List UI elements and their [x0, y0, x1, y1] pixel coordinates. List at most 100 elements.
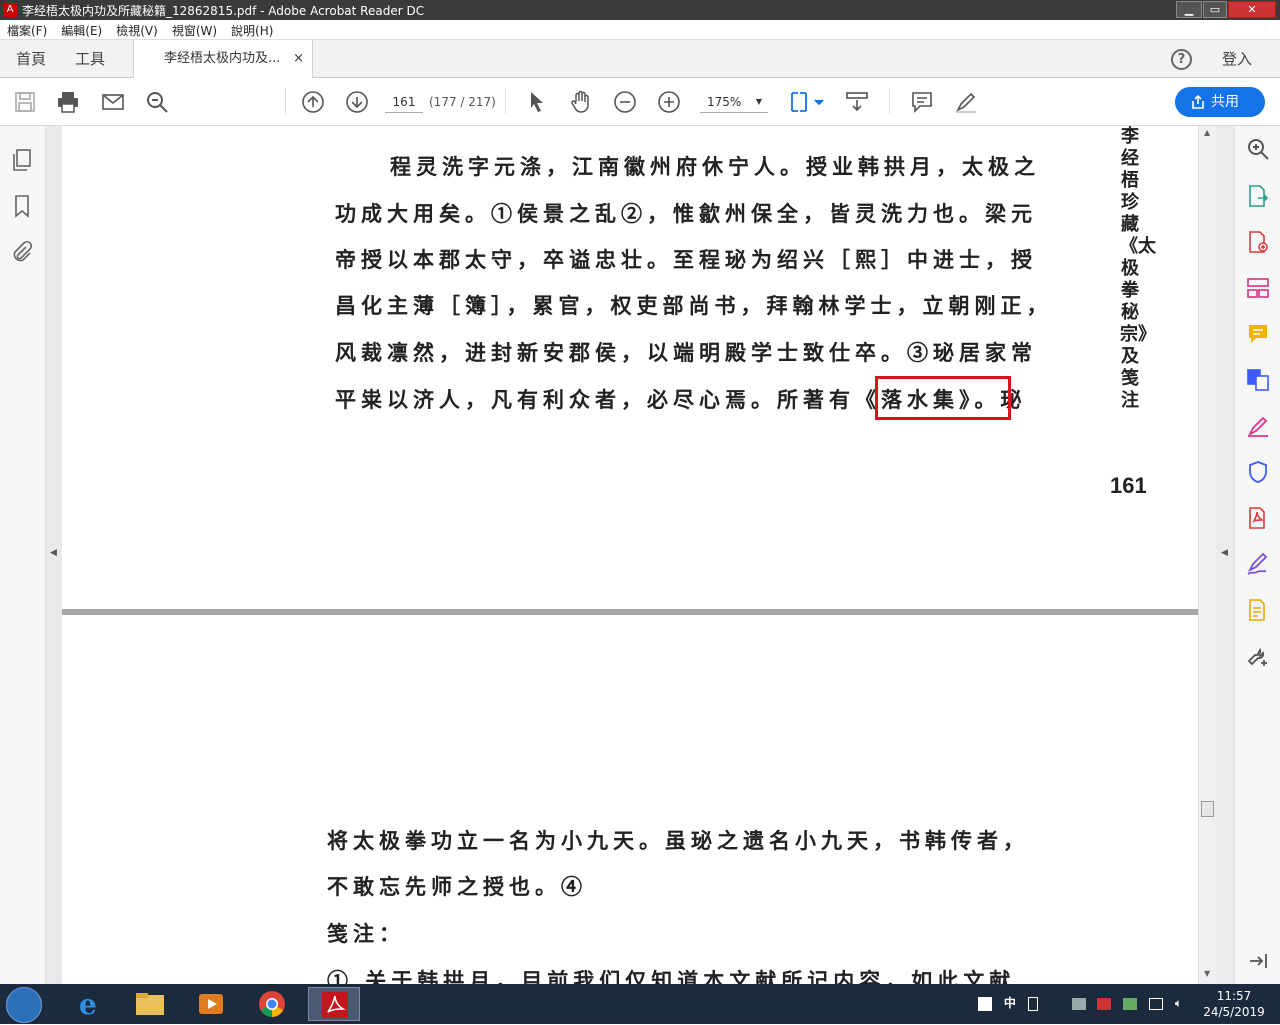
collapse-right-icon: ◀	[1221, 548, 1228, 558]
tray-app-icon[interactable]	[1071, 997, 1086, 1010]
create-pdf-icon[interactable]	[1246, 230, 1270, 254]
windows-start-icon[interactable]	[6, 987, 42, 1023]
previous-page-icon[interactable]	[301, 90, 325, 114]
left-pane-toggle[interactable]: ◀	[46, 126, 62, 986]
tab-home[interactable]: 首頁	[16, 40, 46, 78]
more-tools-icon[interactable]	[1246, 644, 1270, 668]
help-icon[interactable]: ?	[1171, 49, 1192, 70]
scroll-down-icon[interactable]: ▼	[1204, 969, 1210, 978]
pdf-page-162: 将太极拳功立一名为小九天。虽珌之遗名小九天，书韩传者， 不敢忘先师之授也。④ 笺…	[62, 615, 1198, 986]
file-explorer-icon[interactable]	[124, 987, 176, 1021]
hand-tool-icon[interactable]	[569, 90, 593, 114]
media-player-icon[interactable]	[185, 987, 237, 1021]
ime-mode-icon[interactable]	[1027, 996, 1038, 1011]
share-label: 共用	[1211, 94, 1239, 110]
text-line: 风裁凛然，进封新安郡侯，以端明殿学士致仕卒。③珌居家常	[335, 340, 1037, 365]
search-tools-icon[interactable]	[1246, 137, 1270, 161]
comment-icon[interactable]	[910, 90, 934, 114]
zoom-in-icon[interactable]	[657, 90, 681, 114]
vertical-scrollbar[interactable]: ▲ ▼	[1198, 126, 1216, 986]
page-number-label: 161	[1110, 473, 1147, 498]
scroll-up-icon[interactable]: ▲	[1204, 128, 1210, 137]
tab-tools[interactable]: 工具	[75, 40, 105, 78]
security-icon[interactable]	[1123, 997, 1138, 1010]
menu-view[interactable]: 檢視(V)	[109, 20, 165, 39]
expand-panel-icon[interactable]	[1246, 949, 1270, 973]
toolbar-divider	[889, 88, 890, 114]
menu-edit[interactable]: 編輯(E)	[54, 20, 109, 39]
vertical-book-title: 李经梧珍藏《太极拳秘宗》及笺注	[1120, 126, 1156, 411]
text-line: 帝授以本郡太守，卒谥忠壮。至程珌为绍兴［熙］中进士，授	[335, 247, 1037, 272]
export-pdf-icon[interactable]	[1246, 184, 1270, 208]
windows-taskbar: e 中 🔈︎ 11:57 24/5/2019	[0, 984, 1280, 1024]
text-line: 功成大用矣。①侯景之乱②，惟歙州保全，皆灵洗力也。梁元	[335, 201, 1037, 226]
save-icon[interactable]	[13, 90, 37, 114]
window-titlebar: A 李经梧太极内功及所藏秘籍_12862815.pdf - Adobe Acro…	[0, 0, 1280, 20]
keyboard-icon[interactable]	[978, 996, 992, 1011]
menu-file[interactable]: 檔案(F)	[0, 20, 54, 39]
text-line: 笺注：	[327, 921, 405, 946]
close-window-button[interactable]: ✕	[1228, 1, 1276, 18]
svg-text:e: e	[79, 988, 97, 1021]
text-line: 不敢忘先师之授也。④	[327, 874, 587, 899]
chrome-icon[interactable]	[246, 987, 298, 1021]
share-icon	[1192, 94, 1204, 109]
right-tools-pane	[1234, 126, 1280, 986]
combine-files-icon[interactable]	[1246, 368, 1270, 392]
highlight-pen-icon[interactable]	[954, 90, 978, 114]
search-icon[interactable]	[145, 90, 169, 114]
scroll-mode-icon[interactable]	[845, 90, 869, 114]
email-icon[interactable]	[101, 90, 125, 114]
acrobat-icon: A	[3, 3, 17, 17]
zoom-out-icon[interactable]	[613, 90, 637, 114]
tab-document[interactable]: 李经梧太极内功及... ×	[133, 40, 313, 79]
protect-icon[interactable]	[1246, 460, 1270, 484]
pdf-page-161: 程灵洗字元涤，江南徽州府休宁人。授业韩拱月，太极之 功成大用矣。①侯景之乱②，惟…	[62, 126, 1198, 609]
minimize-button[interactable]: ▁	[1176, 1, 1202, 18]
clock[interactable]: 11:57 24/5/2019	[1196, 988, 1272, 1020]
bookmark-icon[interactable]	[10, 194, 34, 218]
attachment-icon[interactable]	[10, 240, 34, 264]
network-icon[interactable]	[1148, 997, 1163, 1010]
pdf-file-icon[interactable]	[1246, 506, 1270, 530]
select-cursor-icon[interactable]	[525, 90, 549, 114]
window-title: 李经梧太极内功及所藏秘籍_12862815.pdf - Adobe Acroba…	[22, 4, 425, 18]
zoom-select[interactable]: 175% ▼	[700, 91, 768, 113]
page-thumbnails-icon[interactable]	[10, 148, 34, 172]
toolbar	[0, 78, 1280, 126]
text-line: 将太极拳功立一名为小九天。虽珌之遗名小九天，书韩传者，	[327, 828, 1029, 853]
page-count: (177 / 217)	[429, 95, 496, 109]
fill-sign-icon[interactable]	[1246, 552, 1270, 576]
next-page-icon[interactable]	[345, 90, 369, 114]
page-number-input[interactable]	[385, 91, 423, 113]
print-icon[interactable]	[56, 90, 80, 114]
document-view[interactable]: 程灵洗字元涤，江南徽州府休宁人。授业韩拱月，太极之 功成大用矣。①侯景之乱②，惟…	[62, 126, 1198, 986]
share-button[interactable]: 共用	[1175, 87, 1265, 117]
volume-icon[interactable]: 🔈︎	[1175, 996, 1182, 1010]
menu-help[interactable]: 說明(H)	[224, 20, 280, 39]
send-for-review-icon[interactable]	[1246, 598, 1270, 622]
left-navigation-pane	[0, 126, 46, 986]
text-line: ① 关于韩拱月，目前我们仅知道本文献所记内容，如此文献	[327, 968, 1016, 986]
zoom-value: 175%	[707, 95, 742, 109]
comment-tool-icon[interactable]	[1246, 322, 1270, 346]
close-tab-icon[interactable]: ×	[293, 40, 304, 78]
organize-pages-icon[interactable]	[1246, 276, 1270, 300]
acrobat-taskbar-icon[interactable]	[308, 987, 360, 1021]
scrollbar-thumb[interactable]	[1201, 801, 1214, 817]
right-pane-toggle[interactable]: ◀	[1216, 126, 1234, 986]
system-tray: 中 🔈︎	[978, 994, 1182, 1011]
text-line: 昌化主薄［簿］，累官，权吏部尚书，拜翰林学士，立朝刚正，	[335, 293, 1053, 318]
clock-date: 24/5/2019	[1203, 1005, 1265, 1019]
toolbar-divider	[505, 88, 506, 114]
ime-indicator[interactable]: 中	[1004, 996, 1016, 1010]
internet-explorer-icon[interactable]: e	[63, 987, 115, 1021]
edit-pdf-icon[interactable]	[1246, 414, 1270, 438]
menu-window[interactable]: 視窗(W)	[165, 20, 224, 39]
menu-bar: 檔案(F) 編輯(E) 檢視(V) 視窗(W) 說明(H)	[0, 20, 1280, 40]
tab-document-label: 李经梧太极内功及...	[164, 51, 281, 66]
action-center-icon[interactable]	[1097, 997, 1112, 1010]
page-fit-icon[interactable]	[789, 90, 825, 114]
signin-link[interactable]: 登入	[1222, 40, 1252, 78]
maximize-button[interactable]: ▭	[1203, 1, 1227, 18]
